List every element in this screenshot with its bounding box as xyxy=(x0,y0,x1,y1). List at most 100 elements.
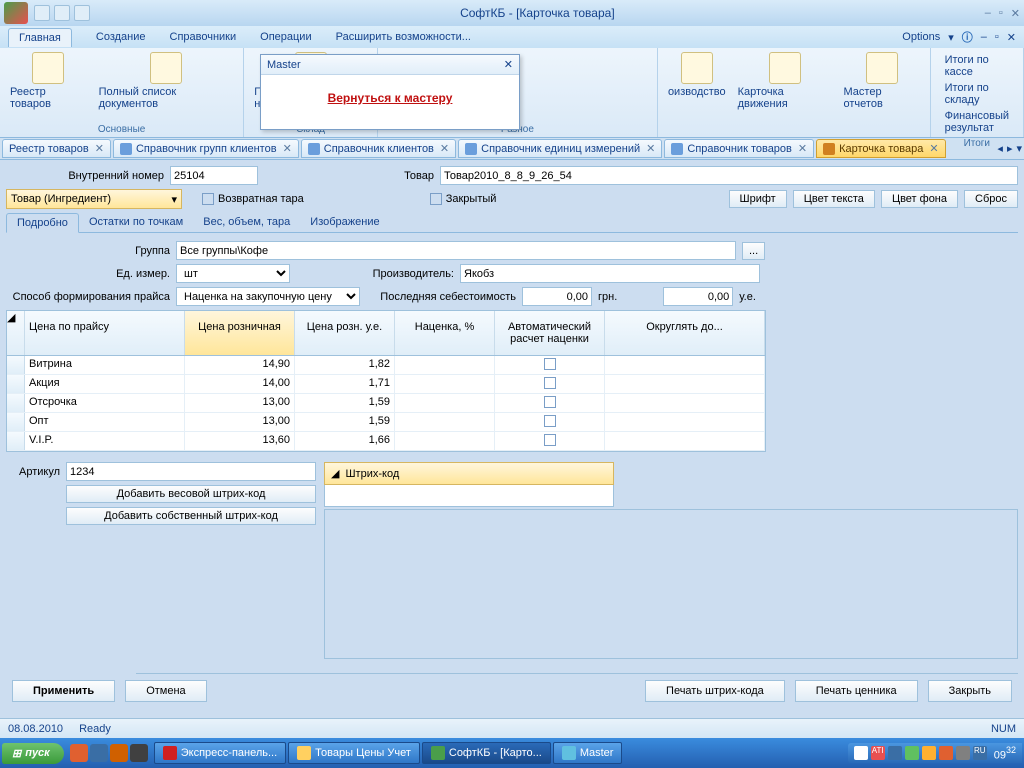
doctab-units[interactable]: Справочник единиц измерений✕ xyxy=(458,139,662,158)
task-folder[interactable]: Товары Цены Учет xyxy=(288,742,420,764)
col-markup[interactable]: Наценка, % xyxy=(395,311,495,355)
table-row[interactable]: V.I.P.13,601,66 xyxy=(7,432,765,451)
cancel-button[interactable]: Отмена xyxy=(125,680,206,702)
bg-color-button[interactable]: Цвет фона xyxy=(881,190,958,208)
table-row[interactable]: Акция14,001,71 xyxy=(7,375,765,394)
print-tag-button[interactable]: Печать ценника xyxy=(795,680,918,702)
qat-new-icon[interactable] xyxy=(34,5,50,21)
group-browse-button[interactable]: ... xyxy=(742,242,765,260)
type-dropdown[interactable]: Товар (Ингредиент)▾ xyxy=(6,189,182,209)
ql-icon[interactable] xyxy=(70,744,88,762)
unit-dropdown[interactable]: шт xyxy=(176,264,290,283)
tabs-list-icon[interactable]: ▾ xyxy=(1016,142,1022,155)
window-controls[interactable]: – ▫ ✕ xyxy=(985,7,1020,20)
minimize-icon[interactable]: – xyxy=(985,7,991,20)
overlay-close-icon[interactable]: ✕ xyxy=(504,58,513,71)
doctab-clients[interactable]: Справочник клиентов✕ xyxy=(301,139,456,158)
ql-icon[interactable] xyxy=(130,744,148,762)
close-button[interactable]: Закрыть xyxy=(928,680,1012,702)
production-button[interactable]: оизводство xyxy=(664,50,730,100)
return-tare-checkbox[interactable]: Возвратная тара xyxy=(202,193,304,205)
qat-undo-icon[interactable] xyxy=(74,5,90,21)
help-icon[interactable]: ⓘ xyxy=(962,29,973,45)
maximize-icon[interactable]: ▫ xyxy=(999,7,1003,20)
ribbon-tab-ops[interactable]: Операции xyxy=(260,31,311,43)
add-weight-barcode-button[interactable]: Добавить весовой штрих-код xyxy=(66,485,316,503)
apply-button[interactable]: Применить xyxy=(12,680,115,702)
ribbon-tab-main[interactable]: Главная xyxy=(8,28,72,47)
col-pricelist[interactable]: Цена по прайсу xyxy=(25,311,185,355)
tray-volume-icon[interactable] xyxy=(956,746,970,760)
font-button[interactable]: Шрифт xyxy=(729,190,787,208)
task-softkb[interactable]: СофтКБ - [Карто... xyxy=(422,742,551,764)
clock[interactable]: 0932 xyxy=(994,745,1016,762)
mdi-minimize-icon[interactable]: – xyxy=(981,31,987,43)
system-tray[interactable]: ATI RU 0932 xyxy=(848,743,1022,764)
tovar-field[interactable] xyxy=(440,166,1018,185)
totals-stock-link[interactable]: Итоги по складу xyxy=(945,82,1009,106)
doctab-client-groups[interactable]: Справочник групп клиентов✕ xyxy=(113,139,299,158)
quick-access-toolbar[interactable] xyxy=(34,5,90,21)
tray-icon[interactable] xyxy=(854,746,868,760)
tray-shield-icon[interactable] xyxy=(922,746,936,760)
ribbon-tab-extend[interactable]: Расширить возможности... xyxy=(336,31,471,43)
close-icon[interactable]: ✕ xyxy=(1011,7,1020,20)
maker-field[interactable] xyxy=(460,264,760,283)
subtab-detail[interactable]: Подробно xyxy=(6,213,79,233)
text-color-button[interactable]: Цвет текста xyxy=(793,190,875,208)
task-master[interactable]: Master xyxy=(553,742,623,764)
closed-checkbox[interactable]: Закрытый xyxy=(430,193,497,205)
group-field[interactable] xyxy=(176,241,736,260)
close-icon[interactable]: ✕ xyxy=(798,142,807,155)
totals-cash-link[interactable]: Итоги по кассе xyxy=(945,54,1009,78)
quick-launch[interactable] xyxy=(70,744,148,762)
close-icon[interactable]: ✕ xyxy=(929,142,938,155)
options-dropdown[interactable]: Options xyxy=(902,31,940,43)
price-method-dropdown[interactable]: Наценка на закупочную цену xyxy=(176,287,360,306)
report-master-button[interactable]: Мастер отчетов xyxy=(840,50,924,112)
col-round[interactable]: Округлять до... xyxy=(605,311,765,355)
last-cost-ue-field[interactable] xyxy=(663,287,733,306)
close-icon[interactable]: ✕ xyxy=(646,142,655,155)
print-barcode-button[interactable]: Печать штрих-кода xyxy=(645,680,785,702)
col-retail[interactable]: Цена розничная xyxy=(185,311,295,355)
close-icon[interactable]: ✕ xyxy=(95,142,104,155)
barcode-grid-header[interactable]: ◢Штрих-код xyxy=(324,462,614,485)
add-own-barcode-button[interactable]: Добавить собственный штрих-код xyxy=(66,507,316,525)
doctab-registry[interactable]: Реестр товаров✕ xyxy=(2,139,111,158)
subtab-image[interactable]: Изображение xyxy=(300,213,389,232)
registry-button[interactable]: Реестр товаров xyxy=(6,50,91,112)
table-row[interactable]: Опт13,001,59 xyxy=(7,413,765,432)
doctab-goods[interactable]: Справочник товаров✕ xyxy=(664,139,814,158)
table-row[interactable]: Витрина14,901,82 xyxy=(7,356,765,375)
ribbon-tab-create[interactable]: Создание xyxy=(96,31,146,43)
ql-icon[interactable] xyxy=(110,744,128,762)
subtab-stock[interactable]: Остатки по точкам xyxy=(79,213,193,232)
reset-button[interactable]: Сброс xyxy=(964,190,1018,208)
subtab-weight[interactable]: Вес, объем, тара xyxy=(193,213,300,232)
last-cost-field[interactable] xyxy=(522,287,592,306)
col-auto-markup[interactable]: Автоматический расчет наценки xyxy=(495,311,605,355)
fin-result-link[interactable]: Финансовый результат xyxy=(945,110,1009,134)
ql-icon[interactable] xyxy=(90,744,108,762)
inner-no-field[interactable] xyxy=(170,166,258,185)
col-retail-ue[interactable]: Цена розн. у.е. xyxy=(295,311,395,355)
tabs-right-icon[interactable]: ▸ xyxy=(1007,142,1013,155)
close-icon[interactable]: ✕ xyxy=(440,142,449,155)
mdi-close-icon[interactable]: ✕ xyxy=(1007,31,1016,44)
table-row[interactable]: Отсрочка13,001,59 xyxy=(7,394,765,413)
card-moves-button[interactable]: Карточка движения xyxy=(734,50,836,112)
back-to-master-link[interactable]: Вернуться к мастеру xyxy=(261,75,519,105)
tray-icon[interactable] xyxy=(905,746,919,760)
full-doclist-button[interactable]: Полный список документов xyxy=(95,50,238,112)
qat-check-icon[interactable] xyxy=(54,5,70,21)
start-button[interactable]: ⊞пуск xyxy=(2,743,64,764)
close-icon[interactable]: ✕ xyxy=(283,142,292,155)
task-opera[interactable]: Экспресс-панель... xyxy=(154,742,286,764)
tray-ati-icon[interactable]: ATI xyxy=(871,746,885,760)
doctab-card[interactable]: Карточка товара✕ xyxy=(816,139,945,158)
article-field[interactable] xyxy=(66,462,316,481)
mdi-restore-icon[interactable]: ▫ xyxy=(995,31,999,43)
tray-icon[interactable] xyxy=(888,746,902,760)
ribbon-tab-refs[interactable]: Справочники xyxy=(170,31,237,43)
